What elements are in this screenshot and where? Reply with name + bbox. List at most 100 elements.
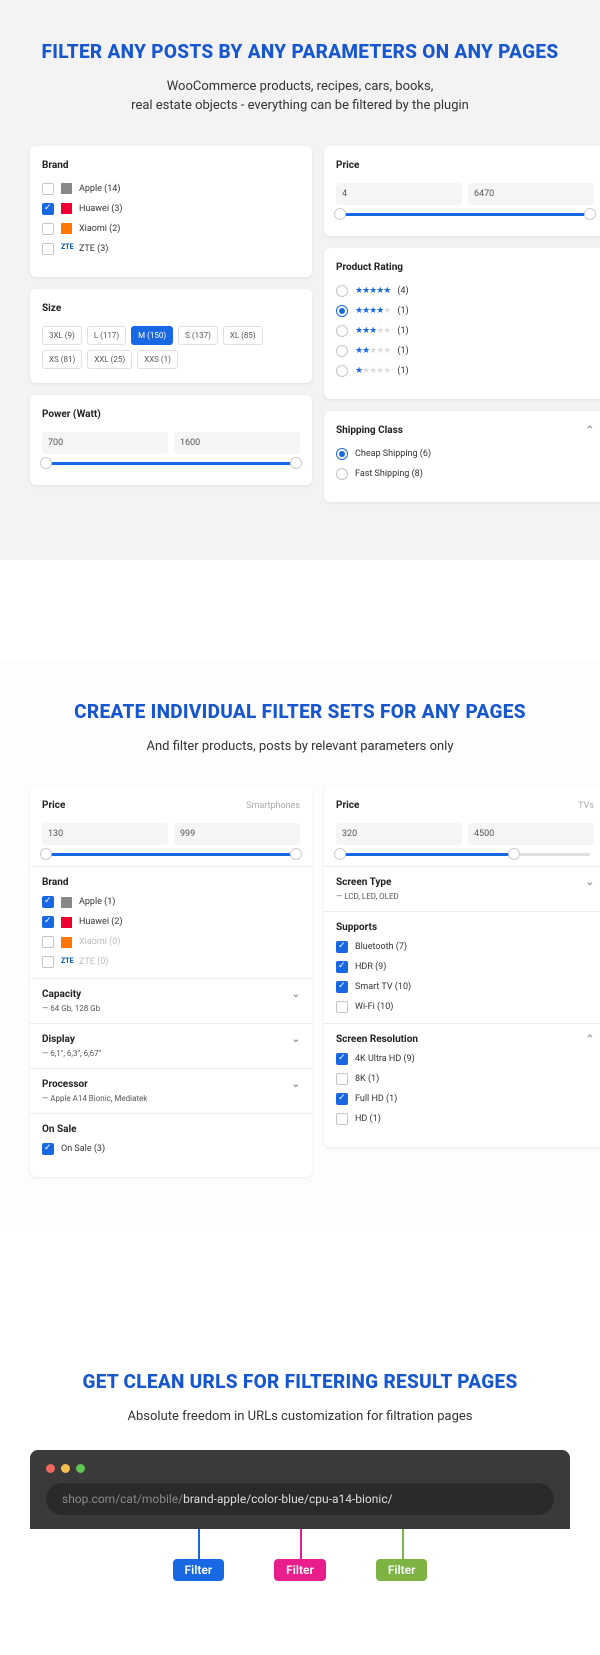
chevron-down-icon: ⌄ <box>586 877 594 888</box>
category-tag: Smartphones <box>246 801 300 811</box>
checkbox-row[interactable]: Full HD (1) <box>336 1093 594 1105</box>
display-toggle[interactable]: Display⌄ <box>42 1034 300 1045</box>
sp-price-slider[interactable] <box>46 853 296 856</box>
checkbox-icon <box>336 961 348 973</box>
window-controls <box>46 1464 554 1473</box>
checkbox-row[interactable]: Wi-Fi (10) <box>336 1001 594 1013</box>
tvs-card: PriceTVs Screen Type⌄ — LCD, LED, OLED S… <box>324 786 600 1147</box>
checkbox-icon <box>42 203 54 215</box>
checkbox-icon <box>42 1143 54 1155</box>
checkbox-row[interactable]: HD (1) <box>336 1113 594 1125</box>
section-3-subtitle: Absolute freedom in URLs customization f… <box>30 1407 570 1427</box>
checkbox-row[interactable]: Smart TV (10) <box>336 981 594 993</box>
checkbox-icon <box>336 1053 348 1065</box>
browser-mockup: shop.com/cat/mobile/brand-apple/color-bl… <box>30 1450 570 1529</box>
filter-callout-3: Filter <box>376 1559 428 1581</box>
checkbox-icon <box>336 941 348 953</box>
stars-icon: ★★★★★ <box>355 366 390 376</box>
checkbox-row[interactable]: 4K Ultra HD (9) <box>336 1053 594 1065</box>
checkbox-row[interactable]: Xiaomi (0) <box>42 936 300 948</box>
rating-row[interactable]: ★★★★★ (1) <box>336 365 594 377</box>
radio-icon <box>336 305 348 317</box>
sp-price-lo[interactable] <box>42 823 168 845</box>
checkbox-icon <box>42 936 54 948</box>
close-dot-icon <box>46 1464 55 1473</box>
checkbox-row[interactable]: Apple (1) <box>42 896 300 908</box>
power-title: Power (Watt) <box>42 409 300 420</box>
checkbox-icon <box>336 1113 348 1125</box>
apple-icon <box>61 897 72 908</box>
stars-icon: ★★★★★ <box>355 326 390 336</box>
section-1-subtitle: WooCommerce products, recipes, cars, boo… <box>30 77 570 116</box>
size-title: Size <box>42 303 300 314</box>
checkbox-icon <box>42 896 54 908</box>
power-slider[interactable] <box>46 462 296 465</box>
section-2-subtitle: And filter products, posts by relevant p… <box>30 737 570 757</box>
size-tag[interactable]: XXL (25) <box>87 350 132 369</box>
size-tag[interactable]: 3XL (9) <box>42 326 82 345</box>
checkbox-icon <box>42 183 54 195</box>
sp-onsale-row[interactable]: On Sale (3) <box>42 1143 300 1155</box>
size-tag[interactable]: XL (85) <box>223 326 263 345</box>
checkbox-row[interactable]: 8K (1) <box>336 1073 594 1085</box>
minimize-dot-icon <box>61 1464 70 1473</box>
size-tag[interactable]: XS (81) <box>42 350 82 369</box>
rating-row[interactable]: ★★★★★ (4) <box>336 285 594 297</box>
tv-price-slider[interactable] <box>340 853 590 856</box>
radio-icon <box>336 345 348 357</box>
checkbox-row[interactable]: Huawei (3) <box>42 203 300 215</box>
section-1-title: FILTER ANY POSTS BY ANY PARAMETERS ON AN… <box>30 40 570 65</box>
stars-icon: ★★★★★ <box>355 346 390 356</box>
sp-price-hi[interactable] <box>174 823 300 845</box>
radio-icon <box>336 448 348 460</box>
radio-icon <box>336 285 348 297</box>
checkbox-icon <box>42 223 54 235</box>
rating-card: Product Rating ★★★★★ (4) ★★★★★ (1) ★★★★★ (… <box>324 248 600 399</box>
capacity-toggle[interactable]: Capacity⌄ <box>42 989 300 1000</box>
chevron-down-icon: ⌄ <box>292 1034 300 1045</box>
shipping-card: Shipping Class⌃ Cheap Shipping (6)Fast S… <box>324 411 600 502</box>
size-tag[interactable]: L (117) <box>87 326 126 345</box>
rating-row[interactable]: ★★★★★ (1) <box>336 305 594 317</box>
size-tag[interactable]: M (150) <box>131 326 173 345</box>
size-tag[interactable]: S (137) <box>178 326 218 345</box>
zte-icon: ZTE <box>61 243 72 254</box>
rating-row[interactable]: ★★★★★ (1) <box>336 345 594 357</box>
price-slider[interactable] <box>340 213 590 216</box>
rating-row[interactable]: ★★★★★ (1) <box>336 325 594 337</box>
radio-row[interactable]: Cheap Shipping (6) <box>336 448 594 460</box>
price-lo-input[interactable] <box>336 183 462 205</box>
radio-row[interactable]: Fast Shipping (8) <box>336 468 594 480</box>
tv-price-lo[interactable] <box>336 823 462 845</box>
chevron-up-icon: ⌃ <box>586 425 594 436</box>
chevron-down-icon: ⌄ <box>292 989 300 1000</box>
checkbox-icon <box>336 1073 348 1085</box>
filter-callout-2: Filter <box>274 1559 326 1581</box>
radio-icon <box>336 468 348 480</box>
rating-title: Product Rating <box>336 262 594 273</box>
checkbox-row[interactable]: ZTEZTE (0) <box>42 956 300 968</box>
tv-price-hi[interactable] <box>468 823 594 845</box>
size-tag[interactable]: XXS (1) <box>137 350 178 369</box>
checkbox-row[interactable]: HDR (9) <box>336 961 594 973</box>
processor-toggle[interactable]: Processor⌄ <box>42 1079 300 1090</box>
checkbox-row[interactable]: Huawei (2) <box>42 916 300 928</box>
checkbox-row[interactable]: Bluetooth (7) <box>336 941 594 953</box>
size-card: Size 3XL (9) L (117) M (150) S (137) XL (85)… <box>30 289 312 383</box>
price-title: Price <box>336 160 594 171</box>
xiaomi-icon <box>61 937 72 948</box>
checkbox-row[interactable]: ZTEZTE (3) <box>42 243 300 255</box>
checkbox-icon <box>42 956 54 968</box>
screentype-toggle[interactable]: Screen Type⌄ <box>336 877 594 888</box>
checkbox-row[interactable]: Xiaomi (2) <box>42 223 300 235</box>
radio-icon <box>336 325 348 337</box>
huawei-icon <box>61 203 72 214</box>
resolution-toggle[interactable]: Screen Resolution⌃ <box>336 1034 594 1045</box>
checkbox-row[interactable]: Apple (14) <box>42 183 300 195</box>
price-hi-input[interactable] <box>468 183 594 205</box>
power-hi-input[interactable] <box>174 432 300 454</box>
power-lo-input[interactable] <box>42 432 168 454</box>
huawei-icon <box>61 917 72 928</box>
brand-card: Brand Apple (14)Huawei (3)Xiaomi (2)ZTEZ… <box>30 146 312 277</box>
checkbox-icon <box>336 981 348 993</box>
